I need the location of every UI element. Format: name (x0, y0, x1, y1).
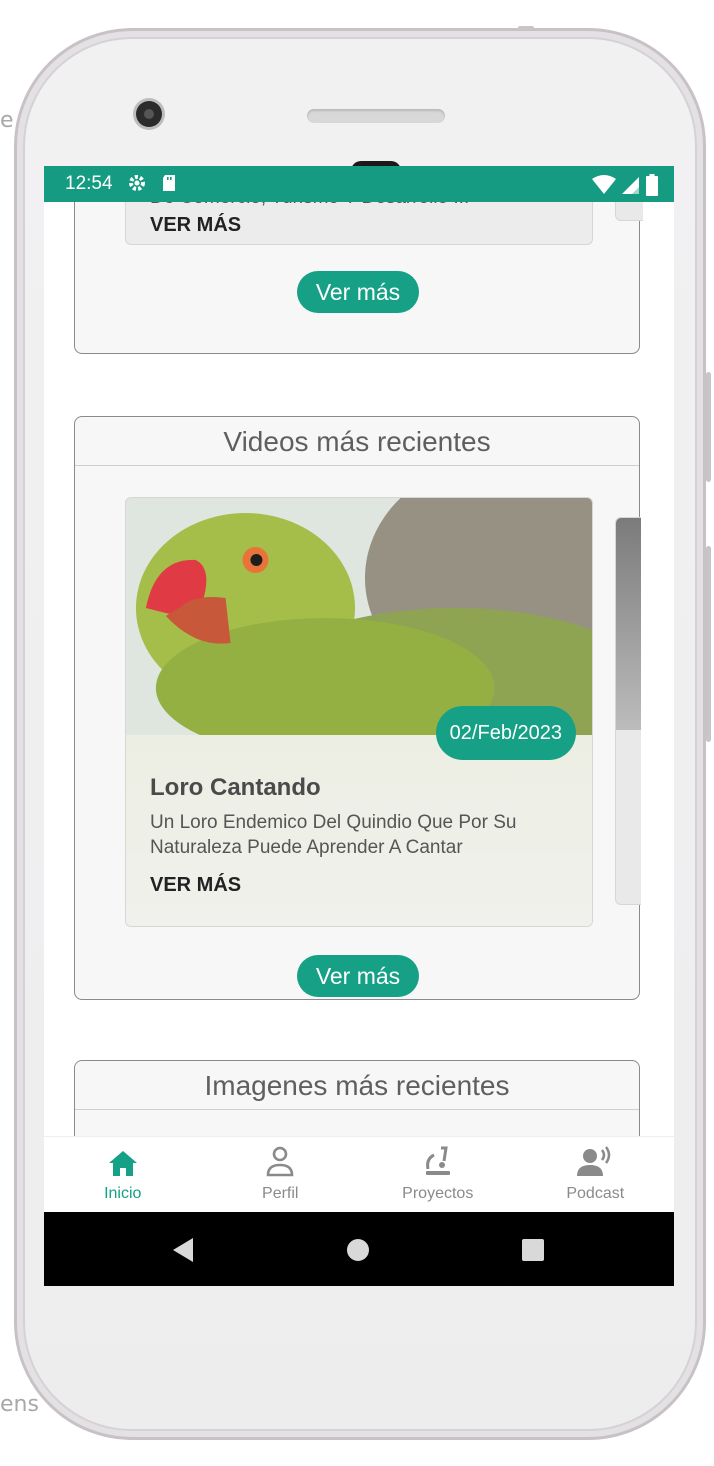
video-card-link[interactable]: VER MÁS (150, 874, 241, 897)
sd-card-icon (161, 173, 177, 196)
volume-button (706, 546, 711, 742)
microscope-icon (425, 1146, 450, 1175)
peek-thumbnail (616, 518, 641, 730)
nav-item-podcast[interactable]: Podcast (517, 1137, 675, 1213)
power-button (706, 372, 711, 482)
article-card-peek[interactable] (615, 202, 643, 221)
signal-icon (622, 175, 640, 200)
videos-more-button[interactable]: Ver más (297, 955, 419, 997)
nav-label-inicio: Inicio (104, 1185, 142, 1202)
phone-screen: 12:54 El Paisaje Cafetero Y Su Influenci… (44, 166, 674, 1286)
videos-section-title: Videos más recientes (75, 417, 639, 466)
video-card-title: Loro Cantando (150, 774, 321, 801)
home-icon (108, 1151, 137, 1176)
video-date-badge: 02/Feb/2023 (435, 706, 576, 760)
nav-item-inicio[interactable]: Inicio (44, 1137, 202, 1213)
podcast-speaker-icon (577, 1146, 611, 1176)
video-thumbnail (126, 498, 592, 788)
top-edge-mark (518, 26, 534, 30)
wifi-icon (592, 175, 616, 200)
person-icon (266, 1146, 294, 1177)
video-card-peek[interactable] (615, 517, 641, 905)
status-bar: 12:54 (44, 166, 674, 202)
stray-text-top: e (0, 108, 14, 133)
system-navigation-bar (44, 1212, 674, 1286)
gear-icon (127, 173, 147, 196)
bottom-navigation: Inicio Perfil Proyectos Podcast (44, 1136, 674, 1213)
back-icon[interactable] (171, 1237, 195, 1263)
images-section: Imagenes más recientes (74, 1060, 640, 1136)
nav-item-proyectos[interactable]: Proyectos (359, 1137, 517, 1213)
nav-label-perfil: Perfil (262, 1185, 299, 1202)
articles-section: El Paisaje Cafetero Y Su Influencia En L… (74, 202, 643, 354)
video-card[interactable]: 02/Feb/2023 Loro Cantando Un Loro Endemi… (125, 497, 593, 927)
earpiece-speaker (307, 109, 445, 123)
article-card-description: El Paisaje Cafetero Y Su Influencia En L… (150, 202, 570, 210)
nav-label-proyectos: Proyectos (402, 1185, 474, 1202)
battery-icon (646, 174, 658, 201)
stray-text-bottom: ens (0, 1392, 39, 1417)
recents-icon[interactable] (522, 1239, 544, 1261)
nav-item-perfil[interactable]: Perfil (202, 1137, 360, 1213)
home-feed[interactable]: El Paisaje Cafetero Y Su Influencia En L… (44, 202, 674, 1136)
nav-label-podcast: Podcast (566, 1185, 625, 1202)
videos-section: Videos más recientes 02/Feb/2023 Loro Ca… (74, 416, 641, 1000)
status-time: 12:54 (65, 173, 113, 194)
home-circle-icon[interactable] (346, 1238, 370, 1262)
articles-more-button[interactable]: Ver más (297, 271, 419, 313)
parrot-image (126, 498, 592, 788)
article-card[interactable]: El Paisaje Cafetero Y Su Influencia En L… (125, 202, 593, 245)
article-card-link[interactable]: VER MÁS (150, 214, 241, 237)
images-section-title: Imagenes más recientes (75, 1061, 639, 1110)
video-card-description: Un Loro Endemico Del Quindio Que Por Su … (150, 812, 517, 858)
front-camera-icon (136, 101, 162, 127)
